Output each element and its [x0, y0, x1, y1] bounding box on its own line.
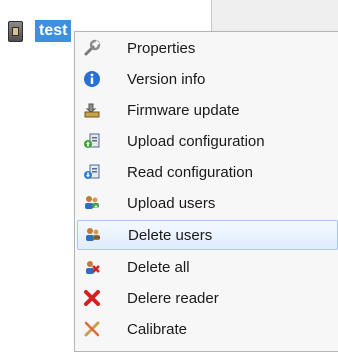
menu-item-firmware-update[interactable]: Firmware update — [77, 95, 338, 125]
delete-all-icon — [86, 261, 100, 274]
reader-device-icon — [8, 20, 23, 42]
menu-item-version-info[interactable]: Version info — [77, 64, 338, 94]
menu-item-read-configuration[interactable]: Read configuration — [77, 157, 338, 187]
menu-item-label: Delete users — [128, 226, 213, 244]
delete-reader-icon — [84, 290, 100, 306]
delete-users-icon — [86, 228, 100, 241]
menu-item-label: Properties — [127, 39, 196, 57]
menu-item-delete-reader[interactable]: Delere reader — [77, 283, 338, 313]
menu-item-label: Version info — [127, 70, 206, 88]
menu-item-label: Read configuration — [127, 163, 253, 181]
upload-users-icon — [85, 196, 99, 209]
info-icon — [84, 71, 100, 87]
menu-item-label: Firmware update — [127, 101, 240, 119]
calibrate-icon — [84, 321, 100, 337]
menu-item-label: Delete all — [127, 258, 190, 276]
wrench-icon — [84, 39, 101, 56]
menu-item-label: Delere reader — [127, 289, 219, 307]
menu-item-upload-configuration[interactable]: Upload configuration — [77, 126, 338, 156]
firmware-icon — [84, 103, 100, 118]
menu-item-delete-all[interactable]: Delete all — [77, 252, 338, 282]
menu-item-label: Calibrate — [127, 320, 188, 338]
menu-item-properties[interactable]: Properties — [77, 33, 338, 63]
tree-node-test[interactable]: test — [4, 19, 72, 43]
context-menu: Properties Version info Firmware update … — [74, 31, 338, 352]
menu-item-upload-users[interactable]: Upload users — [77, 188, 338, 218]
upload-config-icon — [84, 133, 100, 148]
menu-item-delete-users[interactable]: Delete users — [77, 220, 338, 250]
menu-item-label: Upload configuration — [127, 132, 265, 150]
tree-node-label[interactable]: test — [35, 20, 72, 42]
menu-item-label: Upload users — [127, 194, 216, 212]
read-config-icon — [84, 164, 100, 179]
menu-item-calibrate[interactable]: Calibrate — [77, 314, 338, 344]
